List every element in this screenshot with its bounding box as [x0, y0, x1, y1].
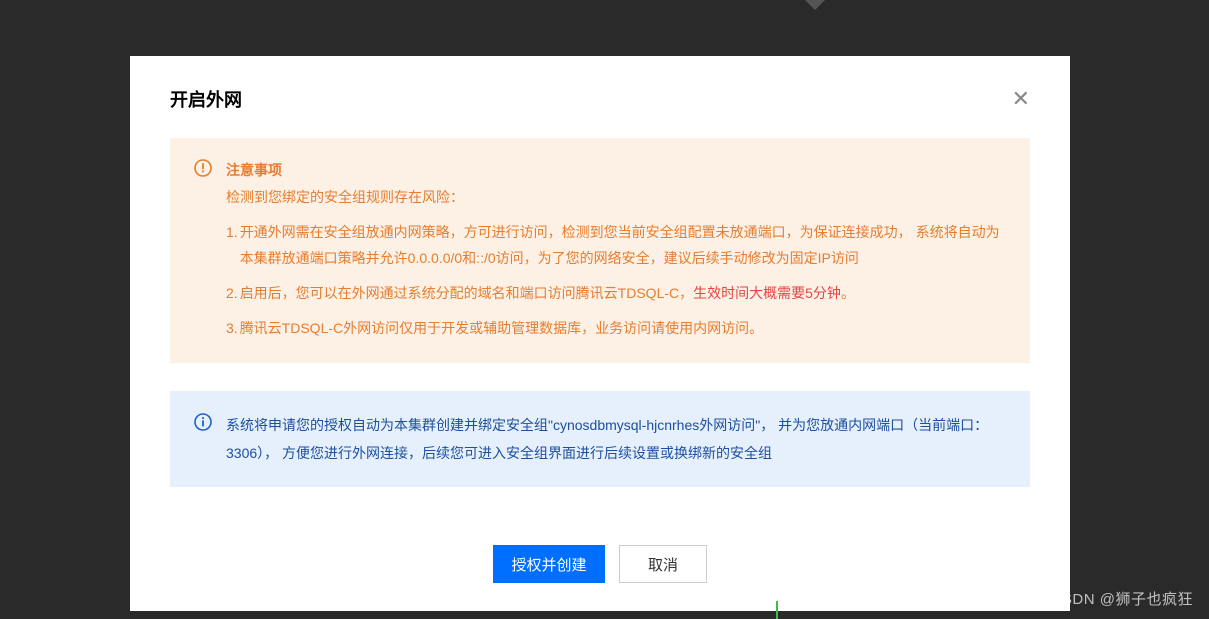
warning-body: 注意事项 检测到您绑定的安全组规则存在风险： 1. 开通外网需在安全组放通内网策…: [226, 158, 1006, 341]
watermark-text: CSDN @狮子也疯狂: [1051, 588, 1193, 609]
info-panel: 系统将申请您的授权自动为本集群创建并绑定安全组"cynosdbmysql-hjc…: [170, 391, 1030, 487]
list-number: 1.: [226, 220, 238, 270]
divider-accent: [776, 601, 778, 619]
list-text: 启用后，您可以在外网通过系统分配的域名和端口访问腾讯云TDSQL-C，生效时间大…: [240, 281, 855, 306]
cancel-button[interactable]: 取消: [619, 545, 707, 583]
list-number: 3.: [226, 316, 238, 341]
warning-subtitle: 检测到您绑定的安全组规则存在风险：: [226, 185, 1006, 210]
warning-item: 3. 腾讯云TDSQL-C外网访问仅用于开发或辅助管理数据库，业务访问请使用内网…: [226, 316, 1006, 341]
warning-item: 2. 启用后，您可以在外网通过系统分配的域名和端口访问腾讯云TDSQL-C，生效…: [226, 281, 1006, 306]
list-text: 开通外网需在安全组放通内网策略，方可进行访问，检测到您当前安全组配置未放通端口，…: [240, 220, 1006, 270]
highlight-text: 生效时间大概需要5分钟: [693, 285, 841, 301]
modal-header: 开启外网 ✕: [170, 86, 1030, 112]
modal-title: 开启外网: [170, 86, 242, 112]
dropdown-caret: [805, 0, 825, 10]
info-text: 系统将申请您的授权自动为本集群创建并绑定安全组"cynosdbmysql-hjc…: [226, 411, 1006, 467]
warning-panel: 注意事项 检测到您绑定的安全组规则存在风险： 1. 开通外网需在安全组放通内网策…: [170, 138, 1030, 363]
close-icon[interactable]: ✕: [1012, 86, 1030, 110]
modal-footer: 授权并创建 取消: [170, 545, 1030, 583]
authorize-create-button[interactable]: 授权并创建: [493, 545, 605, 583]
warning-heading: 注意事项: [226, 158, 1006, 183]
warning-item: 1. 开通外网需在安全组放通内网策略，方可进行访问，检测到您当前安全组配置未放通…: [226, 220, 1006, 270]
list-text: 腾讯云TDSQL-C外网访问仅用于开发或辅助管理数据库，业务访问请使用内网访问。: [240, 316, 763, 341]
list-number: 2.: [226, 281, 238, 306]
enable-public-network-modal: 开启外网 ✕ 注意事项 检测到您绑定的安全组规则存在风险： 1. 开通外网需在安…: [130, 56, 1070, 611]
info-circle-icon: [194, 413, 212, 431]
exclamation-circle-icon: [194, 159, 212, 177]
warning-list: 1. 开通外网需在安全组放通内网策略，方可进行访问，检测到您当前安全组配置未放通…: [226, 220, 1006, 341]
